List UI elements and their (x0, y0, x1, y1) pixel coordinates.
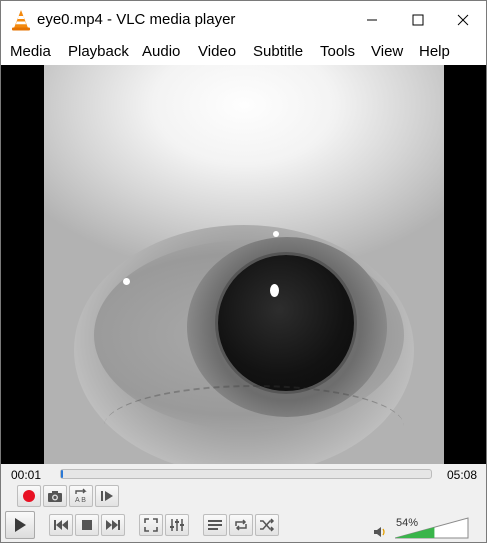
camera-icon (48, 491, 62, 502)
previous-button[interactable] (49, 514, 73, 536)
close-button[interactable] (440, 1, 486, 39)
minimize-icon (367, 19, 377, 21)
minimize-button[interactable] (349, 1, 395, 39)
loop-button[interactable] (229, 514, 253, 536)
frame-step-button[interactable] (95, 485, 119, 507)
close-icon (457, 14, 469, 26)
fullscreen-button[interactable] (139, 514, 163, 536)
menu-help[interactable]: Help (419, 43, 450, 60)
shuffle-button[interactable] (255, 514, 279, 536)
seek-progress (61, 470, 63, 478)
playlist-button[interactable] (203, 514, 227, 536)
title-bar[interactable]: eye0.mp4 - VLC media player (1, 1, 486, 39)
maximize-icon (412, 14, 424, 26)
playlist-icon (208, 520, 222, 530)
total-time[interactable]: 05:08 (447, 468, 477, 482)
next-icon (106, 520, 120, 530)
elapsed-time[interactable]: 00:01 (11, 468, 41, 482)
frame-step-icon (101, 491, 113, 501)
menu-bar: Media Playback Audio Video Subtitle Tool… (1, 39, 486, 65)
speaker-icon[interactable] (373, 526, 387, 538)
corneal-glint (270, 284, 279, 297)
video-frame-eye (44, 65, 444, 464)
equalizer-icon (170, 519, 184, 531)
play-button[interactable] (5, 511, 35, 539)
window-title: eye0.mp4 - VLC media player (37, 11, 236, 28)
vlc-logo-icon (12, 10, 30, 31)
stop-button[interactable] (75, 514, 99, 536)
pupil (218, 255, 354, 391)
loop-icon (235, 519, 247, 531)
upper-glint (273, 231, 279, 237)
menu-audio[interactable]: Audio (142, 43, 180, 60)
menu-video[interactable]: Video (198, 43, 236, 60)
control-panel: 00:01 05:08 A B 54% (1, 464, 486, 542)
loop-ab-button[interactable]: A B (69, 485, 93, 507)
record-button[interactable] (17, 485, 41, 507)
record-icon (23, 490, 35, 502)
next-button[interactable] (101, 514, 125, 536)
menu-view[interactable]: View (371, 43, 403, 60)
menu-subtitle[interactable]: Subtitle (253, 43, 303, 60)
loop-ab-icon: A B (75, 488, 87, 504)
previous-icon (54, 520, 68, 530)
menu-media[interactable]: Media (10, 43, 51, 60)
eyelashes (104, 385, 404, 464)
snapshot-button[interactable] (43, 485, 67, 507)
video-area[interactable] (1, 65, 486, 464)
left-glint (123, 278, 130, 285)
play-icon (15, 518, 26, 532)
shuffle-icon (260, 518, 275, 532)
svg-text:A B: A B (75, 497, 86, 504)
menu-playback[interactable]: Playback (68, 43, 129, 60)
fullscreen-icon (144, 518, 158, 532)
vlc-window: eye0.mp4 - VLC media player Media Playba… (0, 0, 487, 543)
maximize-button[interactable] (395, 1, 441, 39)
seek-bar[interactable] (60, 469, 432, 479)
menu-tools[interactable]: Tools (320, 43, 355, 60)
extended-settings-button[interactable] (165, 514, 189, 536)
volume-slider[interactable] (395, 517, 469, 539)
stop-icon (82, 520, 92, 530)
